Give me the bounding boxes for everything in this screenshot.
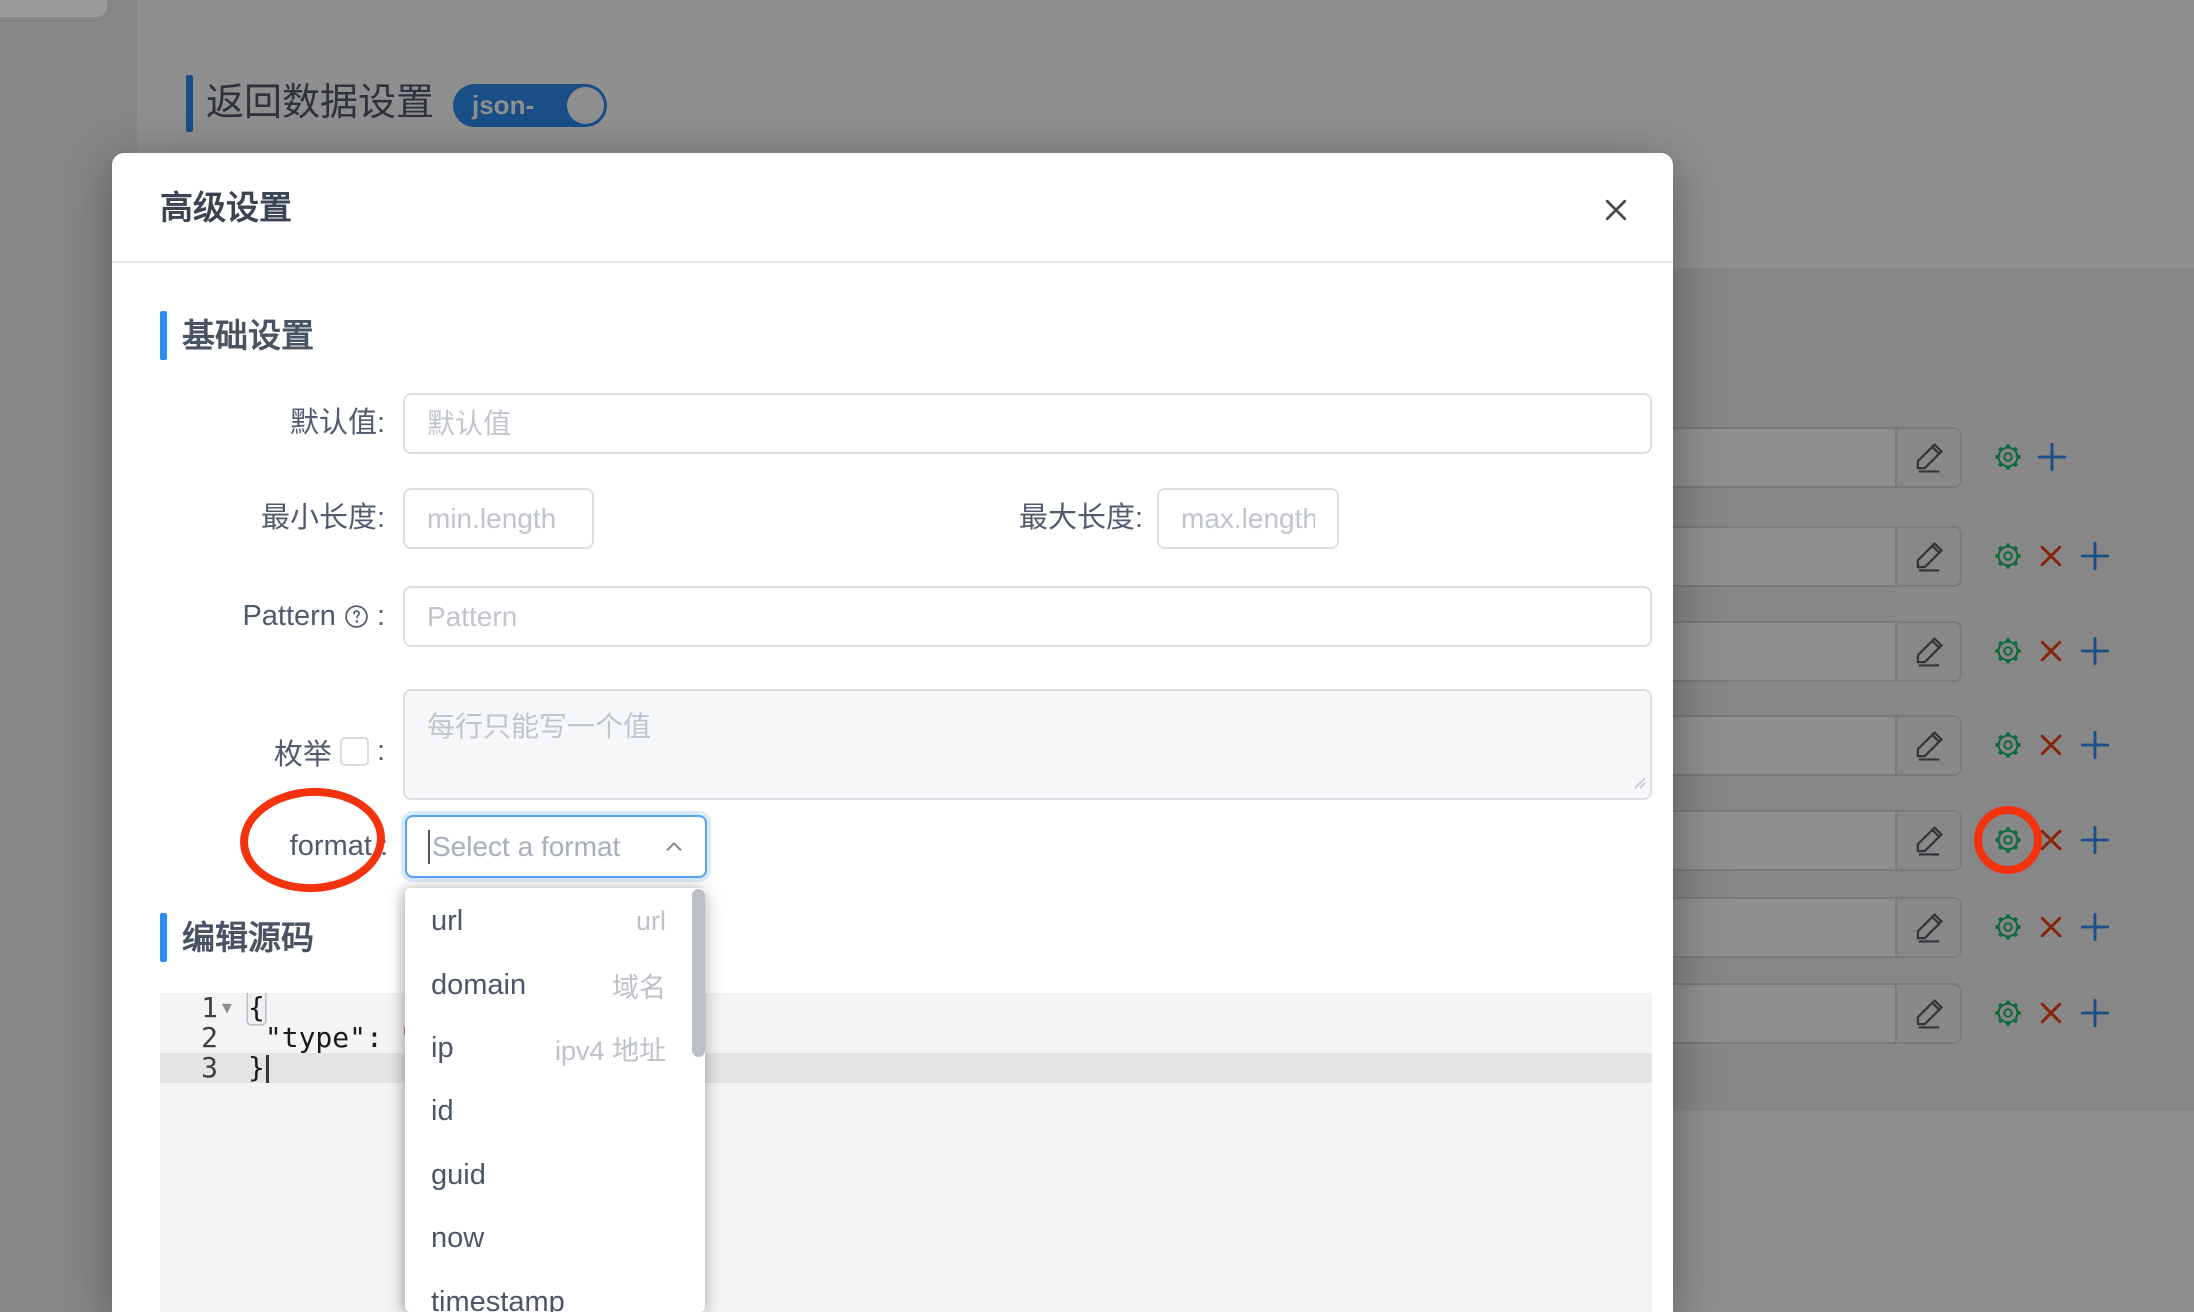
modal-header: 高级设置 bbox=[112, 153, 1673, 263]
dropdown-option-ip[interactable]: ip ipv4 地址 bbox=[405, 1017, 705, 1080]
section-title-source: 编辑源码 bbox=[182, 919, 314, 956]
pattern-label-text: Pattern bbox=[242, 600, 336, 632]
dropdown-option-now[interactable]: now bbox=[405, 1207, 705, 1270]
dropdown-option-guid[interactable]: guid bbox=[405, 1144, 705, 1207]
section-accent-bar bbox=[160, 311, 167, 360]
dropdown-option-url[interactable]: url url bbox=[405, 890, 705, 953]
editor-line[interactable]: 3} bbox=[160, 1053, 1652, 1083]
code-text: } bbox=[248, 1053, 269, 1083]
option-label: timestamp bbox=[431, 1285, 565, 1312]
option-label: id bbox=[431, 1095, 454, 1128]
option-hint: 域名 bbox=[612, 972, 666, 1003]
option-label: guid bbox=[431, 1158, 486, 1191]
enum-label-text: 枚举 bbox=[273, 738, 332, 771]
line-number: 3 bbox=[201, 1051, 218, 1084]
editor-caret bbox=[265, 1055, 269, 1083]
fold-arrow-icon[interactable]: ▾ bbox=[222, 993, 232, 1023]
editor-line[interactable]: 1 ▾{ bbox=[160, 993, 1652, 1024]
enum-checkbox[interactable] bbox=[339, 737, 369, 766]
min-length-label: 最小长度: bbox=[260, 502, 385, 534]
format-select[interactable]: Select a format bbox=[405, 815, 707, 878]
dropdown-scrollbar[interactable] bbox=[692, 889, 705, 1057]
max-length-label: 最大长度: bbox=[1018, 502, 1143, 534]
format-label-text: format bbox=[289, 830, 372, 862]
format-dropdown: url url domain 域名 ip ipv4 地址 id guid now timestam… bbox=[405, 888, 705, 1312]
max-length-input[interactable] bbox=[1157, 488, 1339, 549]
resize-handle-icon[interactable] bbox=[1629, 772, 1647, 795]
modal-title: 高级设置 bbox=[160, 189, 292, 226]
min-length-input[interactable] bbox=[403, 488, 594, 549]
pattern-label-colon: : bbox=[376, 600, 385, 632]
section-accent-bar bbox=[160, 913, 167, 962]
close-icon[interactable] bbox=[1601, 195, 1631, 225]
enum-textarea[interactable] bbox=[403, 689, 1652, 800]
editor-gutter: 3 bbox=[160, 1053, 248, 1083]
option-label: url bbox=[431, 905, 464, 938]
option-label: domain bbox=[431, 968, 527, 1001]
dropdown-option-id[interactable]: id bbox=[405, 1080, 705, 1143]
code-text: "type": " bbox=[248, 1021, 417, 1054]
option-hint: url bbox=[635, 906, 666, 937]
editor-line[interactable]: 2 "type": " bbox=[160, 1023, 1652, 1053]
dropdown-option-domain[interactable]: domain 域名 bbox=[405, 953, 705, 1016]
format-select-placeholder: Select a format bbox=[432, 830, 621, 862]
code-text: { bbox=[248, 993, 265, 1024]
default-value-label: 默认值: bbox=[289, 407, 385, 439]
editor-gutter: 1 ▾ bbox=[160, 993, 248, 1023]
code-editor[interactable]: 1▾{2 "type": "3} bbox=[160, 993, 1652, 1312]
enum-label-colon: : bbox=[376, 735, 385, 767]
option-hint: ipv4 地址 bbox=[554, 1035, 666, 1066]
window-corner-patch bbox=[0, 0, 107, 17]
advanced-settings-modal: 高级设置 基础设置 默认值: 最小长度: 最大长度: Pattern : 枚举 … bbox=[112, 153, 1673, 1312]
text-cursor bbox=[428, 829, 430, 864]
option-label: now bbox=[431, 1222, 485, 1255]
option-label: ip bbox=[431, 1031, 454, 1064]
dropdown-option-timestamp[interactable]: timestamp bbox=[405, 1270, 705, 1312]
enum-label: 枚举 : bbox=[112, 721, 385, 782]
format-label: format : bbox=[112, 815, 388, 878]
format-label-colon: : bbox=[379, 830, 388, 862]
enum-textarea-wrap bbox=[403, 689, 1652, 800]
pattern-input[interactable] bbox=[403, 586, 1652, 647]
section-title-basic: 基础设置 bbox=[182, 317, 314, 354]
editor-gutter: 2 bbox=[160, 1023, 248, 1053]
help-question-icon[interactable] bbox=[344, 604, 369, 629]
chevron-up-icon bbox=[663, 836, 685, 858]
line-number: 2 bbox=[201, 1021, 218, 1054]
default-value-input[interactable] bbox=[403, 393, 1652, 454]
line-number: 1 bbox=[201, 993, 218, 1024]
pattern-label: Pattern : bbox=[112, 586, 385, 647]
